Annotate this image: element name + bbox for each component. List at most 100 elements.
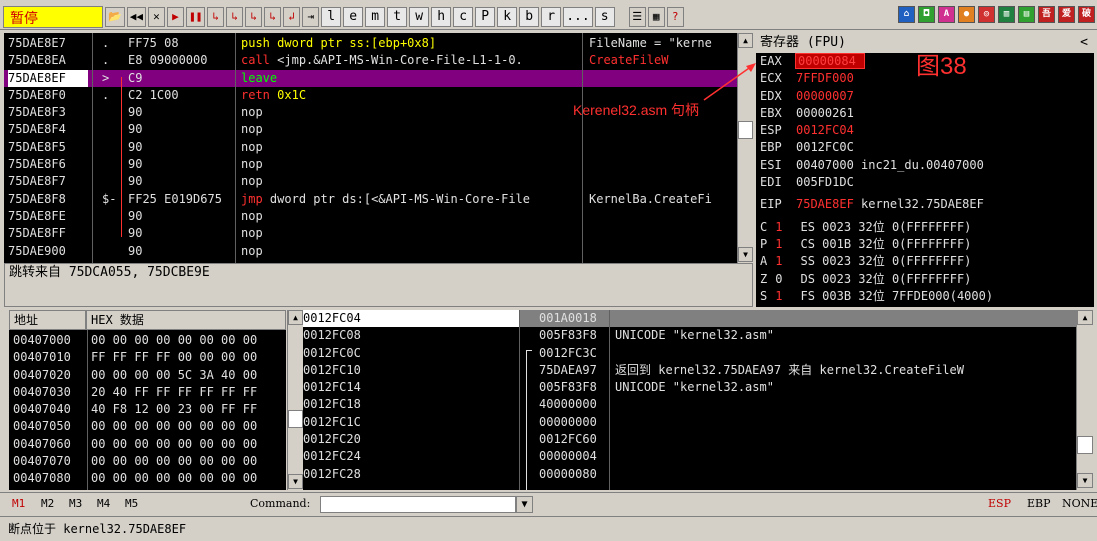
close-icon[interactable]: ✕ xyxy=(147,6,165,27)
execute-till-return-icon[interactable]: ↲ xyxy=(283,6,301,27)
disassembly-row[interactable]: 75DAE8F8 $- FF25 E019D675 jmp dword ptr ds:… xyxy=(4,191,737,208)
dump-header-hex[interactable]: HEX 数据 xyxy=(86,310,286,330)
plugin-icon[interactable]: 破 xyxy=(1078,6,1095,23)
dump-scrollbar[interactable]: ▲ ▼ xyxy=(287,310,303,490)
handles-window-button[interactable]: h xyxy=(431,6,452,27)
disassembly-row[interactable]: 75DAE8E7. FF75 08 push dword ptr ss:[ebp+0… xyxy=(4,35,737,52)
open-icon[interactable]: 📂 xyxy=(105,6,125,27)
step-over-icon[interactable]: ↳ xyxy=(226,6,244,27)
mark-m4[interactable]: M4 xyxy=(97,493,110,515)
run-icon[interactable]: ▶ xyxy=(166,6,184,27)
scroll-thumb[interactable] xyxy=(1077,436,1093,454)
ebp-button[interactable]: EBP xyxy=(1027,493,1051,515)
register-row[interactable]: EDI 005FD1DC xyxy=(756,174,1094,191)
dump-row[interactable]: 00407000 00 00 00 00 00 00 00 00 xyxy=(9,332,286,349)
flag-row[interactable]: P 1 CS 001B 32位 0(FFFFFFFF) xyxy=(756,236,1094,253)
stack-panel[interactable]: 0012FC04 0012FC08 0012FC0C 0012FC10 0012FC14… xyxy=(303,310,1076,490)
plugin-icon[interactable]: 吾 xyxy=(1038,6,1055,23)
flag-row[interactable]: S 1 FS 003B 32位 7FFDE000(4000) xyxy=(756,288,1094,305)
scroll-down-icon[interactable]: ▼ xyxy=(288,474,303,489)
register-row[interactable]: EDX 00000007 xyxy=(756,88,1094,105)
goto-icon[interactable]: ⇥ xyxy=(302,6,320,27)
stack-row[interactable]: 00000080 xyxy=(519,466,1076,483)
stack-row[interactable]: 001A0018 xyxy=(519,310,1076,328)
command-input[interactable] xyxy=(320,496,516,513)
stack-row[interactable]: 0012FC60 xyxy=(519,431,1076,448)
pause-icon[interactable]: ❚❚ xyxy=(185,6,206,27)
disassembly-row[interactable]: 75DAE8F7 90 nop xyxy=(4,173,737,190)
dump-row[interactable]: 00407030 20 40 FF FF FF FF FF FF xyxy=(9,384,286,401)
dump-row[interactable]: 00407020 00 00 00 00 5C 3A 40 00 xyxy=(9,367,286,384)
dump-row[interactable]: 00407060 00 00 00 00 00 00 00 00 xyxy=(9,436,286,453)
windows-window-button[interactable]: w xyxy=(409,6,430,27)
register-row[interactable]: ESI 00407000 inc21_du.00407000 xyxy=(756,157,1094,174)
scroll-thumb[interactable] xyxy=(288,410,303,428)
scroll-up-icon[interactable]: ▲ xyxy=(1077,310,1093,325)
scroll-down-icon[interactable]: ▼ xyxy=(1077,473,1093,488)
grid-icon[interactable]: ▦ xyxy=(647,6,665,27)
log-window-button[interactable]: l xyxy=(321,6,342,27)
threads-window-button[interactable]: t xyxy=(387,6,408,27)
list-icon[interactable]: ☰ xyxy=(628,6,646,27)
stack-scrollbar[interactable]: ▲ ▼ xyxy=(1076,310,1093,490)
scroll-down-icon[interactable]: ▼ xyxy=(738,247,753,262)
help-icon[interactable]: ? xyxy=(666,6,684,27)
esp-button[interactable]: ESP xyxy=(988,493,1011,515)
register-row[interactable]: EBP 0012FC0C xyxy=(756,139,1094,156)
register-row[interactable]: ESP 0012FC04 xyxy=(756,122,1094,139)
dump-panel[interactable]: 00407000 00 00 00 00 00 00 00 00 00407010 F… xyxy=(9,330,286,490)
scroll-thumb[interactable] xyxy=(738,121,753,139)
disassembly-panel[interactable]: 75DAE8E7. FF75 08 push dword ptr ss:[ebp+0… xyxy=(4,33,737,263)
flag-row[interactable]: A 1 SS 0023 32位 0(FFFFFFFF) xyxy=(756,253,1094,270)
plugin-icon[interactable]: ● xyxy=(958,6,975,23)
plugin-icon[interactable]: ▤ xyxy=(1018,6,1035,23)
modules-window-button[interactable]: e xyxy=(343,6,364,27)
stack-row[interactable]: 40000000 xyxy=(519,396,1076,413)
register-row[interactable]: EBX 00000261 xyxy=(756,105,1094,122)
disassembly-row[interactable]: 75DAE8F6 90 nop xyxy=(4,156,737,173)
disassembly-row[interactable]: 75DAE8F4 90 nop xyxy=(4,121,737,138)
mark-m1[interactable]: M1 xyxy=(12,493,25,515)
disassembly-row[interactable]: 75DAE8EA. E8 09000000 call <jmp.&API-MS-Wi… xyxy=(4,52,737,69)
disassembly-row[interactable]: 75DAE8FE 90 nop xyxy=(4,208,737,225)
mark-m5[interactable]: M5 xyxy=(125,493,138,515)
breakpoints-window-button[interactable]: b xyxy=(519,6,540,27)
trace-into-icon[interactable]: ↳ xyxy=(245,6,263,27)
scroll-up-icon[interactable]: ▲ xyxy=(288,310,303,325)
restart-icon[interactable]: ◀◀ xyxy=(126,6,146,27)
stack-row[interactable]: 005F83F8 UNICODE "kernel32.asm" xyxy=(519,379,1076,396)
disassembly-row[interactable]: 75DAE900 90 nop xyxy=(4,243,737,260)
step-into-icon[interactable]: ↳ xyxy=(207,6,225,27)
plugin-icon[interactable]: ◎ xyxy=(978,6,995,23)
dump-header-addr[interactable]: 地址 xyxy=(9,310,86,330)
flag-row[interactable]: C 1 ES 0023 32位 0(FFFFFFFF) xyxy=(756,219,1094,236)
plugin-icon[interactable]: A xyxy=(938,6,955,23)
dump-row[interactable]: 00407010 FF FF FF FF 00 00 00 00 xyxy=(9,349,286,366)
stack-row[interactable]: 75DAEA97 返回到 kernel32.75DAEA97 来自 kernel3… xyxy=(519,362,1076,379)
patches-window-button[interactable]: P xyxy=(475,6,496,27)
stack-row[interactable]: 005F83F8 UNICODE "kernel32.asm" xyxy=(519,327,1076,344)
source-window-button[interactable]: s xyxy=(594,6,615,27)
memory-window-button[interactable]: m xyxy=(365,6,386,27)
disassembly-row[interactable]: 75DAE8EF > C9 leave xyxy=(4,69,737,87)
callstack-window-button[interactable]: k xyxy=(497,6,518,27)
flag-row[interactable]: Z 0 DS 0023 32位 0(FFFFFFFF) xyxy=(756,271,1094,288)
plugin-icon[interactable]: ▥ xyxy=(998,6,1015,23)
dump-row[interactable]: 00407080 00 00 00 00 00 00 00 00 xyxy=(9,470,286,487)
dump-row[interactable]: 00407050 00 00 00 00 00 00 00 00 xyxy=(9,418,286,435)
plugin-icon[interactable]: ⌂ xyxy=(898,6,915,23)
scroll-up-icon[interactable]: ▲ xyxy=(738,33,753,48)
plugin-icon[interactable]: ◘ xyxy=(918,6,935,23)
dump-row[interactable]: 00407040 40 F8 12 00 23 00 FF FF xyxy=(9,401,286,418)
mark-m2[interactable]: M2 xyxy=(41,493,54,515)
mark-m3[interactable]: M3 xyxy=(69,493,82,515)
stack-row[interactable]: 00000004 xyxy=(519,448,1076,465)
disassembly-row[interactable]: 75DAE8FF 90 nop xyxy=(4,225,737,242)
command-dropdown-icon[interactable]: ▼ xyxy=(516,496,533,513)
cpu-window-button[interactable]: c xyxy=(453,6,474,27)
references-window-button[interactable]: r xyxy=(541,6,562,27)
collapse-icon[interactable]: < xyxy=(1080,33,1088,53)
plugin-icon[interactable]: 爱 xyxy=(1058,6,1075,23)
trace-over-icon[interactable]: ↳ xyxy=(264,6,282,27)
eip-row[interactable]: EIP 75DAE8EF kernel32.75DAE8EF xyxy=(756,196,1094,213)
